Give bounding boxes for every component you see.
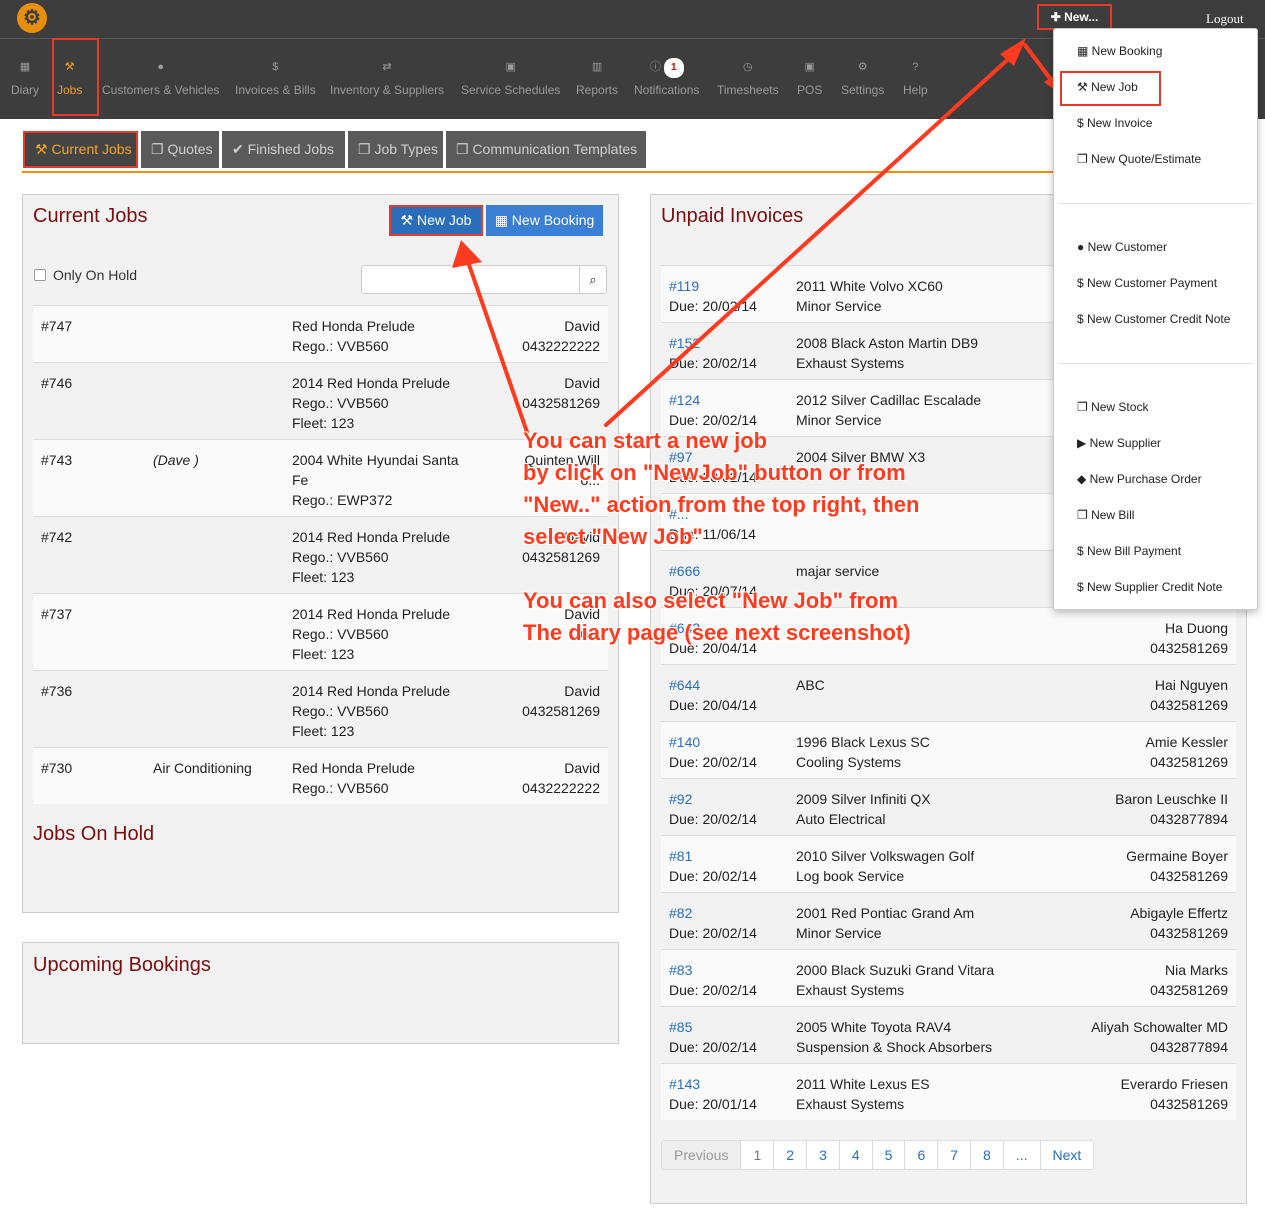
menu-new-customer-payment[interactable]: $ New Customer Payment <box>1077 276 1217 290</box>
menu-new-stock[interactable]: ❐ New Stock <box>1077 400 1148 414</box>
menu-new-booking[interactable]: ▦ New Booking <box>1077 44 1162 58</box>
arrow-to-new-job-button <box>464 254 529 434</box>
menu-divider <box>1059 363 1254 364</box>
arrow-to-new-menu <box>604 50 1018 427</box>
menu-new-supplier[interactable]: ▶ New Supplier <box>1077 436 1161 450</box>
arrowhead-new-job-button <box>452 240 482 268</box>
menu-new-invoice[interactable]: $ New Invoice <box>1077 116 1152 130</box>
menu-divider <box>1059 203 1254 204</box>
menu-new-purchase-order[interactable]: ◆ New Purchase Order <box>1077 472 1202 486</box>
menu-new-bill-payment[interactable]: $ New Bill Payment <box>1077 544 1181 558</box>
menu-new-customer[interactable]: ● New Customer <box>1077 240 1167 254</box>
menu-new-bill[interactable]: ❐ New Bill <box>1077 508 1134 522</box>
new-dropdown-menu: ▦ New Booking ⚒ New Job $ New Invoice ❐ … <box>1053 28 1258 610</box>
menu-new-job[interactable]: ⚒ New Job <box>1077 80 1138 94</box>
menu-new-customer-credit-note[interactable]: $ New Customer Credit Note <box>1077 312 1230 326</box>
menu-new-quote[interactable]: ❐ New Quote/Estimate <box>1077 152 1201 166</box>
annotation-secondary: You can also select "New Job" from The d… <box>523 588 911 645</box>
annotation-main: You can start a new job by click on "New… <box>523 428 920 549</box>
menu-new-supplier-credit-note[interactable]: $ New Supplier Credit Note <box>1077 580 1222 594</box>
